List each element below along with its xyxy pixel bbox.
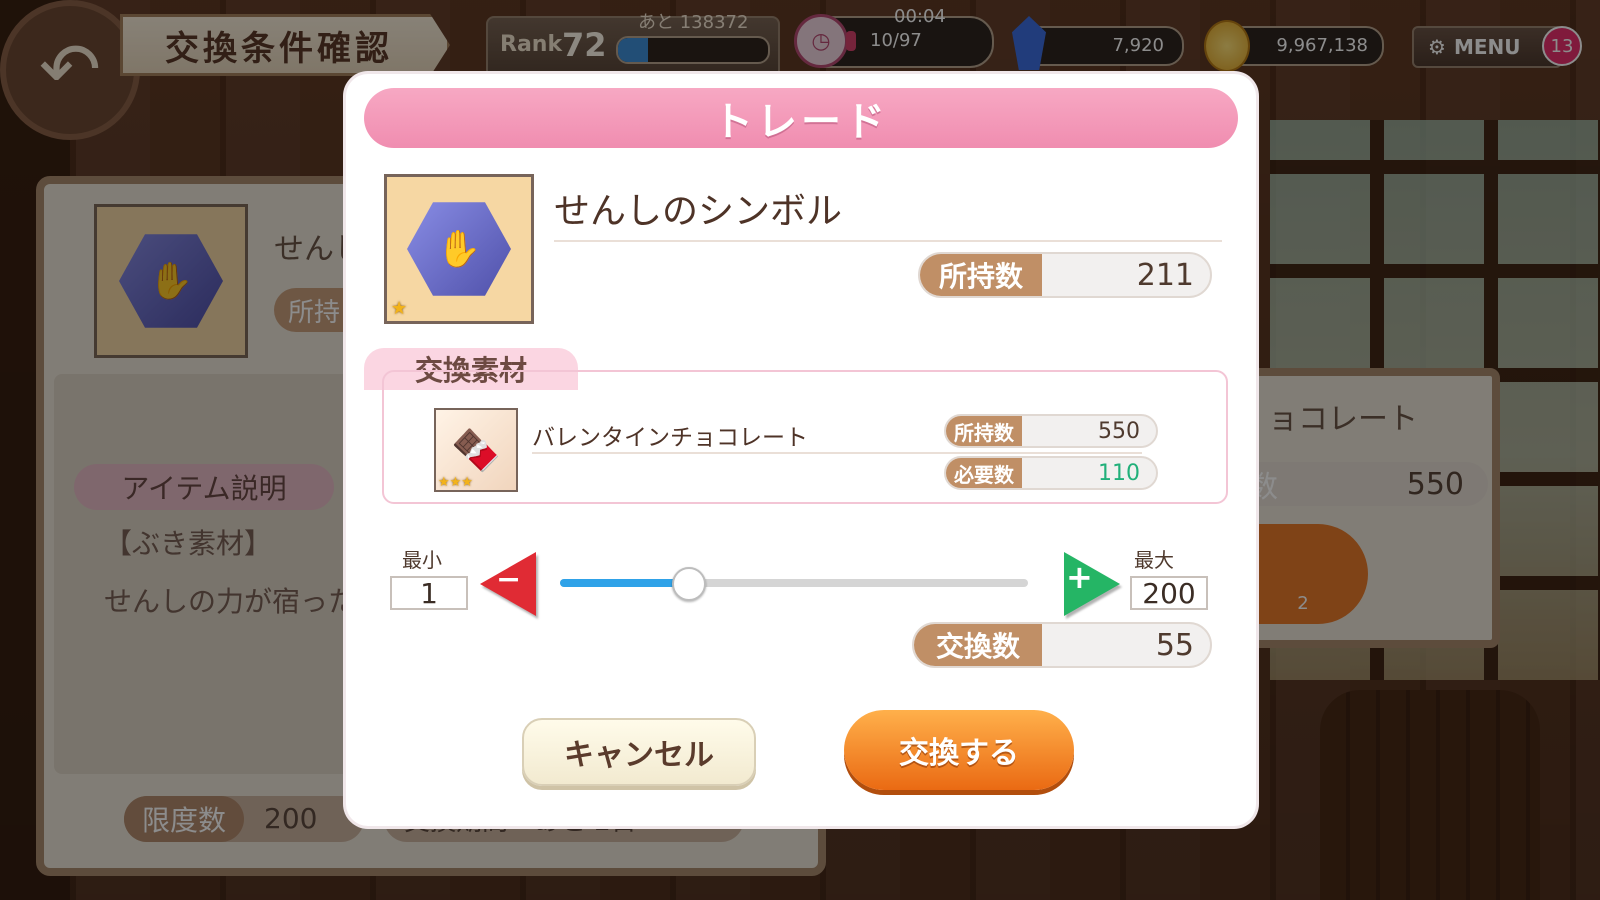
exchange-count-label: 交換数	[914, 624, 1042, 666]
material-owned: 所持数 550	[944, 414, 1158, 448]
material-required: 必要数 110	[944, 456, 1158, 490]
slider-fill	[560, 579, 687, 587]
trade-item-icon: ✋ ★	[384, 174, 534, 324]
min-value: 1	[390, 576, 468, 610]
cancel-button[interactable]: キャンセル	[522, 718, 756, 786]
trade-item-name: せんしのシンボル	[554, 191, 843, 232]
material-owned-label: 所持数	[946, 416, 1022, 446]
trade-dialog: トレード ✋ ★ せんしのシンボル 所持数 211 交換素材 🍫 ★★★ バレン…	[346, 74, 1256, 826]
material-name: バレンタインチョコレート	[532, 425, 808, 451]
exchange-count: 交換数 55	[912, 622, 1212, 668]
minus-icon: −	[496, 562, 522, 597]
dialog-title: トレード	[364, 88, 1238, 148]
owned-count: 所持数 211	[918, 252, 1212, 298]
plus-icon: +	[1066, 558, 1093, 596]
material-required-value: 110	[1098, 460, 1140, 486]
material-owned-value: 550	[1098, 418, 1140, 444]
material-required-label: 必要数	[946, 458, 1022, 488]
owned-count-value: 211	[1136, 257, 1194, 293]
min-label: 最小	[402, 548, 442, 572]
divider	[554, 240, 1222, 242]
exchange-count-value: 55	[1155, 627, 1194, 663]
material-box: 🍫 ★★★ バレンタインチョコレート 所持数 550 必要数 110	[382, 370, 1228, 504]
owned-count-label: 所持数	[920, 254, 1042, 296]
rarity-star-icon: ★★★	[438, 475, 473, 490]
divider	[532, 452, 1142, 454]
quantity-slider[interactable]	[560, 567, 1028, 601]
exchange-button[interactable]: 交換する	[844, 710, 1074, 790]
warrior-symbol-icon: ✋	[407, 202, 511, 296]
max-label: 最大	[1134, 548, 1174, 572]
valentine-chocolate-icon: 🍫 ★★★	[434, 408, 518, 492]
slider-thumb[interactable]	[671, 567, 706, 601]
rarity-star-icon: ★	[391, 298, 408, 319]
max-value: 200	[1130, 576, 1208, 610]
